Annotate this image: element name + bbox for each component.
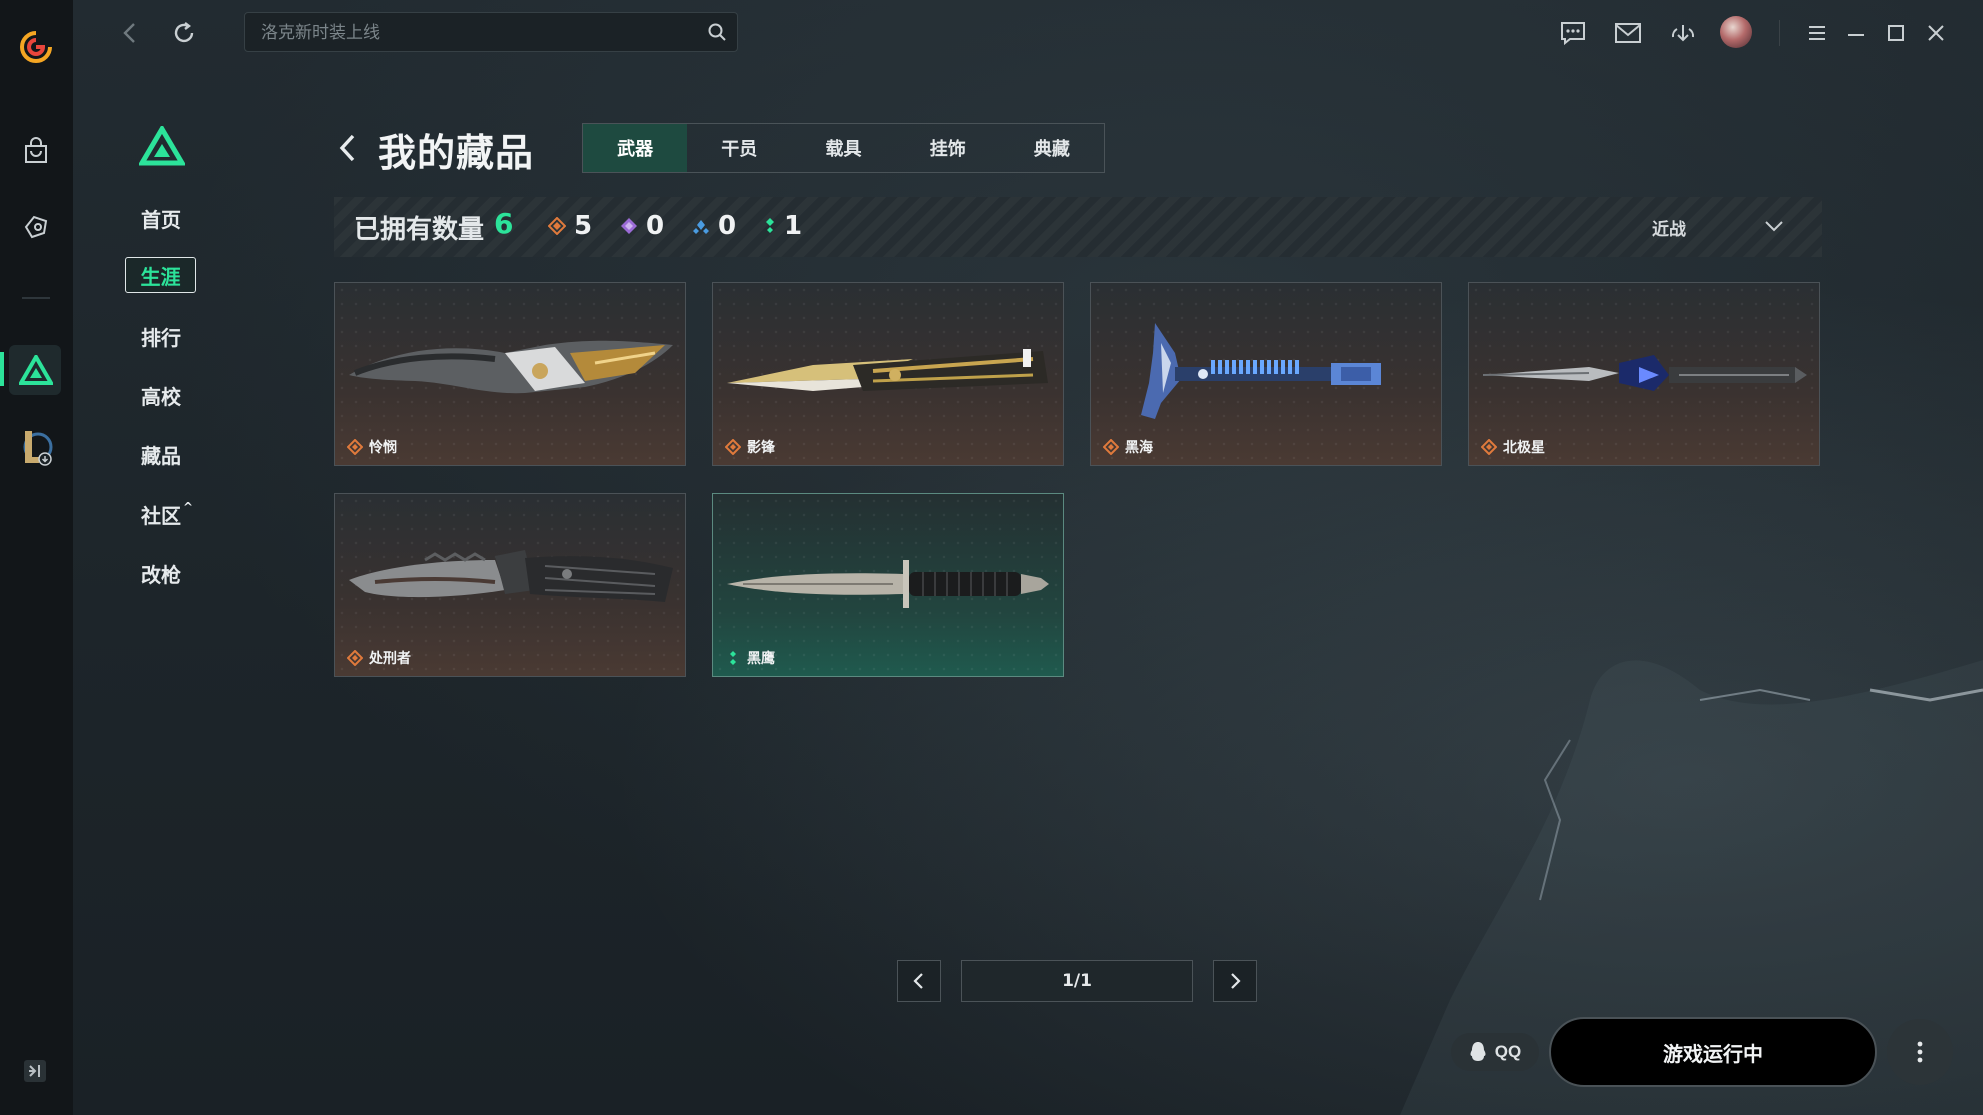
tab-charms[interactable]: 挂饰 [896,124,1000,172]
weapon-image [1141,323,1381,419]
left-rail [0,0,73,1115]
rarity-blue-count: 0 [718,211,737,241]
game-running-button[interactable]: 游戏运行中 [1549,1017,1877,1087]
main-content: 我的藏品 武器 干员 载具 挂饰 典藏 已拥有数量 6 5 0 0 1 近战 怜… [248,66,1983,1115]
orange-diamond-icon [347,650,363,666]
topbar-divider [1779,20,1780,46]
orange-diamond-icon [548,217,566,235]
weapon-card[interactable]: 怜悯 [334,282,686,466]
qq-penguin-icon [1470,1042,1486,1061]
minimize-icon[interactable] [1841,18,1871,48]
page-indicator: 1/1 [961,960,1193,1002]
weapon-card[interactable]: 处刑者 [334,493,686,677]
search-input[interactable] [259,13,703,53]
rarity-orange-count: 5 [574,211,593,241]
rarity-count-purple: 0 [620,211,664,241]
weapon-name: 北极星 [1503,440,1545,456]
rail-active-indicator [0,352,4,386]
filter-dropdown-value[interactable]: 近战 [1652,215,1686,240]
sidebar-item-home[interactable]: 首页 [141,204,181,233]
next-page-button[interactable] [1213,960,1257,1002]
weapon-card[interactable]: 北极星 [1468,282,1820,466]
rarity-count-blue: 0 [692,211,736,241]
tab-operators[interactable]: 干员 [687,124,791,172]
weapon-image [349,550,673,602]
qq-button[interactable]: QQ [1451,1033,1539,1071]
orange-diamond-icon [725,439,741,455]
orange-diamond-icon [1103,439,1119,455]
search-icon[interactable] [707,22,727,46]
chevron-up-icon: ^ [183,500,194,514]
rarity-purple-count: 0 [646,211,665,241]
orange-diamond-icon [347,439,363,455]
stats-bar: 已拥有数量 6 5 0 0 1 近战 [334,197,1822,257]
store-bag-icon[interactable] [17,132,55,170]
prev-page-button[interactable] [897,960,941,1002]
sidebar-item-career[interactable]: 生涯 [125,257,196,293]
green-diamond-icon [766,218,774,233]
vertical-dots-icon [1917,1041,1923,1063]
sidebar-item-college[interactable]: 高校 [141,381,181,410]
rarity-count-orange: 5 [548,211,592,241]
weapon-name: 影锋 [747,440,775,456]
top-bar [73,0,1983,66]
delta-force-icon[interactable] [17,351,55,389]
weapon-card[interactable]: 影锋 [712,282,1064,466]
delta-force-logo [137,124,187,170]
weapon-image [727,349,1048,391]
chevron-down-icon[interactable] [1762,216,1786,236]
maximize-icon[interactable] [1881,18,1911,48]
league-icon[interactable] [17,428,55,466]
tab-weapons[interactable]: 武器 [583,124,688,172]
weapon-image [349,340,673,394]
mail-icon[interactable] [1613,18,1643,48]
back-arrow-icon[interactable] [334,128,360,168]
qq-label: QQ [1494,1042,1522,1061]
weapon-card[interactable]: 黑鹰 [712,493,1064,677]
sidebar-item-collection[interactable]: 藏品 [141,440,181,469]
secondary-sidebar: 首页 生涯 排行 高校 藏品 社区 ^ 改枪 [73,66,248,1115]
category-tabs: 武器 干员 载具 挂饰 典藏 [582,123,1105,173]
refresh-icon[interactable] [169,18,199,48]
green-diamond-icon [730,651,736,665]
close-icon[interactable] [1921,18,1951,48]
sidebar-item-community[interactable]: 社区 ^ [141,500,193,529]
sidebar-item-community-label: 社区 [141,504,181,528]
blue-diamond-icon [693,220,709,234]
weapon-card[interactable]: 黑海 [1090,282,1442,466]
sidebar-item-gunsmith[interactable]: 改枪 [141,559,181,588]
purple-diamond-icon [621,218,637,234]
owned-count: 6 [494,207,514,240]
sidebar-item-ranking[interactable]: 排行 [141,322,181,351]
app-logo-icon[interactable] [17,28,55,66]
chat-icon[interactable] [1558,18,1588,48]
tab-vehicles[interactable]: 载具 [791,124,895,172]
weapon-name: 处刑者 [369,651,411,667]
more-options-button[interactable] [1887,1019,1953,1085]
weapon-name: 黑鹰 [747,651,775,667]
weapon-image [727,560,1049,608]
rarity-count-green: 1 [764,211,802,241]
rarity-green-count: 1 [784,211,803,241]
tab-collection[interactable]: 典藏 [1000,124,1104,172]
chevron-left-icon [913,973,923,989]
game-controller-icon[interactable] [17,208,55,246]
download-icon[interactable] [1668,18,1698,48]
menu-icon[interactable] [1802,18,1832,48]
back-icon[interactable] [115,18,145,48]
weapon-name: 怜悯 [369,440,397,456]
owned-label: 已拥有数量 [354,215,485,245]
chevron-right-icon [1231,973,1241,989]
search-box[interactable] [244,12,738,53]
orange-diamond-icon [1481,439,1497,455]
rail-divider [22,297,50,299]
weapon-image [1482,355,1807,391]
page-title: 我的藏品 [378,131,535,175]
avatar[interactable] [1720,16,1752,48]
weapon-name: 黑海 [1125,440,1153,456]
collapse-icon[interactable] [22,1058,48,1084]
